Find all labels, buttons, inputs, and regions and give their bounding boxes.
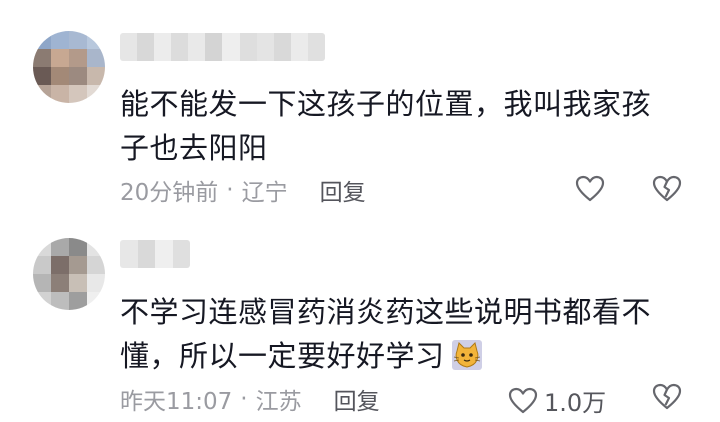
avatar-pixel xyxy=(69,292,87,310)
avatar-pixel xyxy=(33,256,51,274)
username-blur-block xyxy=(137,240,155,268)
username-blur-block xyxy=(120,33,138,61)
username-blur-block xyxy=(222,33,240,61)
avatar-pixel xyxy=(87,256,105,274)
comment-meta: 20分钟前 · 辽宁 回复 xyxy=(120,174,366,206)
username-blur-block xyxy=(172,240,190,268)
avatar-pixel xyxy=(87,292,105,310)
comment-text-line: 子也去阳阳 xyxy=(120,131,268,165)
like-button[interactable] xyxy=(575,175,605,203)
avatar-pixel xyxy=(69,31,87,49)
heart-outline-icon xyxy=(508,387,538,413)
comment-text-line: 能不能发一下这孩子的位置，我叫我家孩 xyxy=(120,87,652,121)
username-blur-block xyxy=(290,33,308,61)
avatar-pixel xyxy=(69,49,87,67)
avatar-pixel xyxy=(51,256,69,274)
comment-location: 辽宁 xyxy=(241,180,288,206)
avatar-pixel xyxy=(51,31,69,49)
username-blur-block xyxy=(256,33,274,61)
avatar-pixel xyxy=(87,31,105,49)
comment-item-2: 不学习连感冒药消炎药这些说明书都看不 懂，所以一定要好好学习 昨天11:07 ·… xyxy=(0,214,720,422)
username-blur-block xyxy=(188,33,206,61)
username-blur-block xyxy=(120,240,138,268)
reply-button[interactable]: 回复 xyxy=(320,173,366,207)
username-blur-block xyxy=(273,33,291,61)
avatar-pixel xyxy=(33,274,51,292)
comment-text-line: 懂，所以一定要好好学习 xyxy=(120,334,700,378)
avatar-pixel xyxy=(69,85,87,103)
username-blur-block xyxy=(171,33,189,61)
comment-text: 能不能发一下这孩子的位置，我叫我家孩 子也去阳阳 xyxy=(120,82,700,170)
comment-text-segment: 懂，所以一定要好好学习 xyxy=(120,339,445,373)
username-blur-block xyxy=(205,33,223,61)
avatar[interactable] xyxy=(33,31,105,103)
avatar-pixel xyxy=(33,292,51,310)
avatar-pixel xyxy=(51,49,69,67)
comment-time: 昨天11:07 xyxy=(120,389,233,415)
username-blur-block xyxy=(154,33,172,61)
avatar-pixel xyxy=(33,85,51,103)
avatar-pixel xyxy=(51,85,69,103)
comment-item-1: 能不能发一下这孩子的位置，我叫我家孩 子也去阳阳 20分钟前 · 辽宁 回复 xyxy=(0,0,720,214)
username-blurred[interactable] xyxy=(120,240,190,268)
avatar-pixel xyxy=(33,238,51,256)
like-count: 1.0万 xyxy=(544,389,607,417)
avatar-pixel xyxy=(87,49,105,67)
comment-time: 20分钟前 xyxy=(120,180,219,206)
dislike-button[interactable] xyxy=(652,175,682,207)
broken-heart-icon xyxy=(652,175,682,202)
avatar-pixel xyxy=(87,274,105,292)
avatar-pixel xyxy=(33,67,51,85)
separator: · xyxy=(226,177,234,203)
username-blur-block xyxy=(137,33,155,61)
like-button[interactable]: 1.0万 xyxy=(508,383,606,418)
avatar-pixel xyxy=(51,274,69,292)
username-blurred[interactable] xyxy=(120,33,325,61)
cat-emoji-icon xyxy=(451,340,482,370)
comment-text-line: 不学习连感冒药消炎药这些说明书都看不 xyxy=(120,295,652,329)
dislike-button[interactable] xyxy=(652,383,682,415)
avatar-pixel xyxy=(69,274,87,292)
avatar-pixel xyxy=(69,256,87,274)
avatar-pixel xyxy=(87,238,105,256)
avatar[interactable] xyxy=(33,238,105,310)
avatar-pixel xyxy=(51,238,69,256)
comment-meta: 昨天11:07 · 江苏 回复 xyxy=(120,383,380,415)
separator: · xyxy=(240,386,248,412)
avatar-pixel xyxy=(33,31,51,49)
username-blur-block xyxy=(155,240,173,268)
comment-text: 不学习连感冒药消炎药这些说明书都看不 懂，所以一定要好好学习 xyxy=(120,290,700,378)
reply-button[interactable]: 回复 xyxy=(334,382,380,416)
avatar-pixel xyxy=(33,49,51,67)
comment-location: 江苏 xyxy=(255,389,302,415)
avatar-pixel xyxy=(51,67,69,85)
avatar-pixel xyxy=(87,85,105,103)
broken-heart-icon xyxy=(652,383,682,410)
avatar-pixel xyxy=(69,67,87,85)
heart-outline-icon xyxy=(575,175,605,202)
avatar-pixel xyxy=(51,292,69,310)
avatar-pixel xyxy=(69,238,87,256)
avatar-pixel xyxy=(87,67,105,85)
username-blur-block xyxy=(307,33,325,61)
username-blur-block xyxy=(239,33,257,61)
